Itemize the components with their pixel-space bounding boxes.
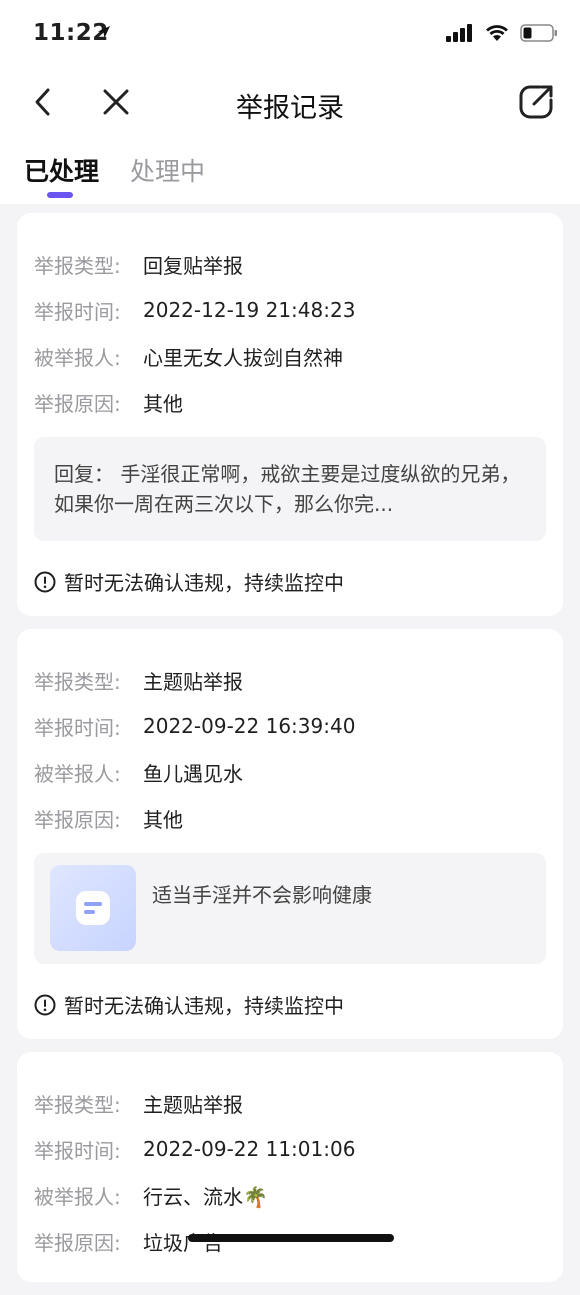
report-type-value: 主题贴举报 — [143, 1092, 243, 1117]
reported-person-value: 鱼儿遇见水 — [143, 761, 243, 786]
report-reason-label: 举报原因: — [34, 391, 121, 416]
tab-processing[interactable]: 处理中 — [130, 152, 205, 188]
reported-person-row: 被举报人: 行云、流水🌴 — [34, 1172, 546, 1218]
reported-person-label: 被举报人: — [34, 345, 121, 370]
cellular-signal-icon — [446, 24, 474, 46]
report-result-text: 暂时无法确认违规，持续监控中 — [64, 571, 344, 595]
report-reason-value: 其他 — [143, 807, 183, 832]
report-time-value: 2022-12-19 21:48:23 — [143, 298, 356, 322]
reported-person-value: 心里无女人拔剑自然神 — [143, 345, 343, 370]
report-time-label: 举报时间: — [34, 1138, 121, 1163]
report-result: 暂时无法确认违规，持续监控中 — [34, 567, 546, 596]
share-icon — [519, 85, 553, 119]
nav-bar: 举报记录 — [0, 70, 580, 136]
report-type-value: 回复贴举报 — [143, 253, 243, 278]
reported-person-value: 行云、流水🌴 — [143, 1184, 268, 1209]
report-time-value: 2022-09-22 16:39:40 — [143, 714, 356, 738]
post-placeholder-icon — [76, 891, 110, 925]
report-time-row: 举报时间: 2022-09-22 11:01:06 — [34, 1126, 546, 1172]
report-time-row: 举报时间: 2022-09-22 16:39:40 — [34, 703, 546, 749]
reported-person-row: 被举报人: 心里无女人拔剑自然神 — [34, 333, 546, 379]
report-type-value: 主题贴举报 — [143, 669, 243, 694]
location-arrow-icon — [96, 24, 112, 44]
report-type-row: 举报类型: 主题贴举报 — [34, 657, 546, 703]
report-reason-label: 举报原因: — [34, 807, 121, 832]
report-reason-row: 举报原因: 其他 — [34, 795, 546, 841]
reported-post-title: 适当手淫并不会影响健康 — [152, 883, 372, 907]
reported-reply-text: 回复： 手淫很正常啊，戒欲主要是过度纵欲的兄弟，如果你一周在两三次以下，那么你完… — [54, 462, 521, 516]
report-card[interactable]: 举报类型: 主题贴举报 举报时间: 2022-09-22 16:39:40 被举… — [17, 629, 563, 1039]
report-time-row: 举报时间: 2022-12-19 21:48:23 — [34, 287, 546, 333]
alert-circle-icon — [34, 994, 56, 1015]
page-title: 举报记录 — [236, 93, 344, 124]
reported-person-row: 被举报人: 鱼儿遇见水 — [34, 749, 546, 795]
report-reason-row: 举报原因: 其他 — [34, 379, 546, 425]
tab-processed[interactable]: 已处理 — [24, 152, 99, 188]
battery-icon — [520, 24, 558, 46]
report-result-text: 暂时无法确认违规，持续监控中 — [64, 994, 344, 1018]
report-list: 举报类型: 回复贴举报 举报时间: 2022-12-19 21:48:23 被举… — [17, 213, 563, 1295]
reported-person-label: 被举报人: — [34, 1184, 121, 1209]
report-time-label: 举报时间: — [34, 299, 121, 324]
tab-indicator — [47, 192, 73, 198]
report-result: 暂时无法确认违规，持续监控中 — [34, 990, 546, 1019]
wifi-icon — [484, 24, 510, 46]
reported-post-content[interactable]: 适当手淫并不会影响健康 — [34, 853, 546, 964]
report-card[interactable]: 举报类型: 主题贴举报 举报时间: 2022-09-22 11:01:06 被举… — [17, 1052, 563, 1282]
tab-bar: 已处理 处理中 — [0, 136, 580, 204]
report-time-value: 2022-09-22 11:01:06 — [143, 1137, 356, 1161]
report-reason-label: 举报原因: — [34, 1230, 121, 1255]
reported-person-label: 被举报人: — [34, 761, 121, 786]
report-type-row: 举报类型: 回复贴举报 — [34, 241, 546, 287]
report-card[interactable]: 举报类型: 回复贴举报 举报时间: 2022-12-19 21:48:23 被举… — [17, 213, 563, 616]
status-bar: 11:22 — [0, 0, 580, 70]
report-type-label: 举报类型: — [34, 253, 121, 278]
report-type-row: 举报类型: 主题贴举报 — [34, 1080, 546, 1126]
home-indicator[interactable] — [188, 1234, 394, 1242]
share-button[interactable] — [516, 82, 556, 122]
report-time-label: 举报时间: — [34, 715, 121, 740]
report-type-label: 举报类型: — [34, 1092, 121, 1117]
reported-reply-content[interactable]: 回复： 手淫很正常啊，戒欲主要是过度纵欲的兄弟，如果你一周在两三次以下，那么你完… — [34, 437, 546, 541]
alert-circle-icon — [34, 571, 56, 592]
report-type-label: 举报类型: — [34, 669, 121, 694]
report-reason-value: 其他 — [143, 391, 183, 416]
post-thumbnail — [50, 865, 136, 951]
